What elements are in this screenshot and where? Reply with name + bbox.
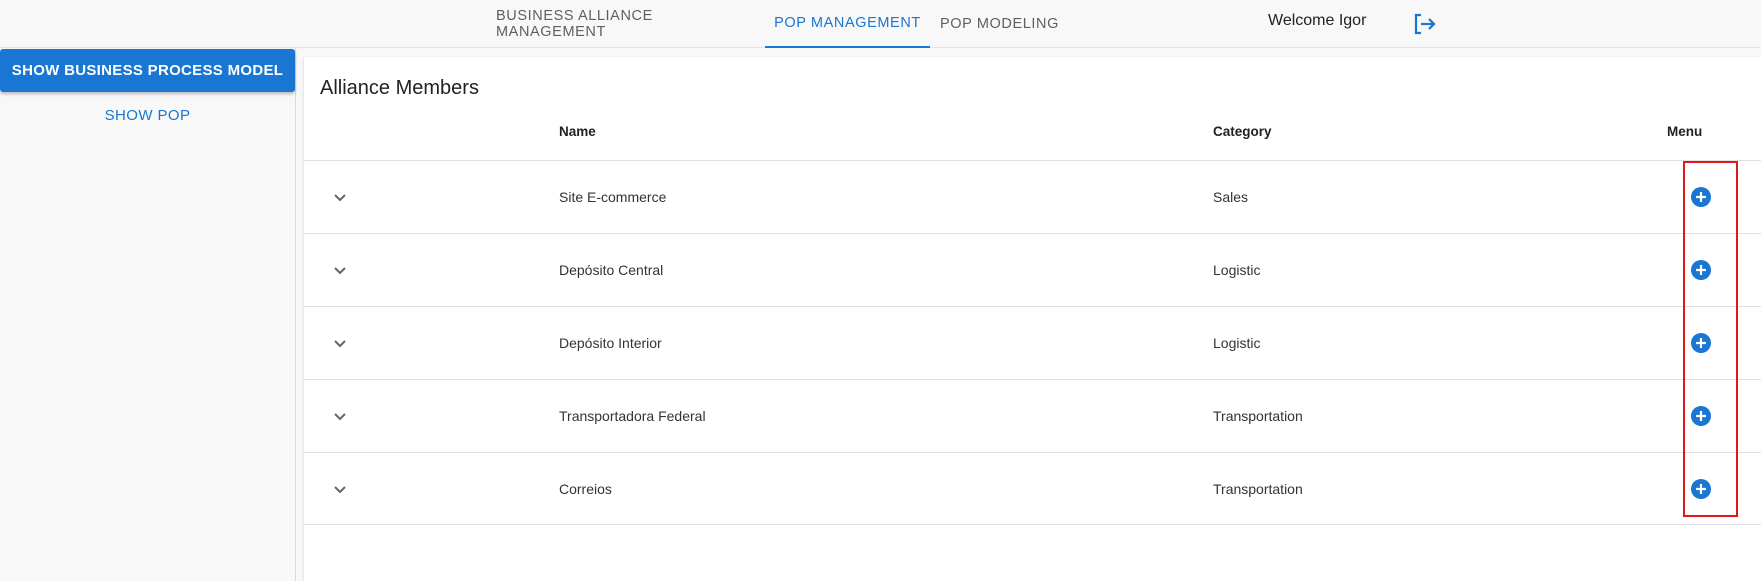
add-icon[interactable] xyxy=(1691,406,1711,426)
chevron-down-icon[interactable] xyxy=(328,404,352,428)
member-name: Depósito Central xyxy=(559,262,664,278)
welcome-text: Welcome Igor xyxy=(1268,12,1367,29)
logout-icon[interactable] xyxy=(1412,12,1438,36)
show-pop-button[interactable]: SHOW POP xyxy=(0,100,295,130)
chevron-down-icon[interactable] xyxy=(328,258,352,282)
member-category: Logistic xyxy=(1213,262,1261,278)
member-category: Sales xyxy=(1213,189,1249,205)
member-name: Correios xyxy=(559,481,612,497)
table-row: Site E-commerce Sales xyxy=(304,160,1761,233)
table-row: Depósito Central Logistic xyxy=(304,233,1761,306)
member-category: Logistic xyxy=(1213,335,1261,351)
column-header-category: Category xyxy=(1213,124,1272,139)
top-navigation: BUSINESS ALLIANCE MANAGEMENT POP MANAGEM… xyxy=(0,0,1761,48)
table-row: Transportadora Federal Transportation xyxy=(304,379,1761,452)
chevron-down-icon[interactable] xyxy=(328,185,352,209)
tab-business-alliance-management[interactable]: BUSINESS ALLIANCE MANAGEMENT xyxy=(496,0,756,48)
column-header-menu: Menu xyxy=(1667,124,1703,139)
member-category: Transportation xyxy=(1213,481,1303,497)
add-icon[interactable] xyxy=(1691,187,1711,207)
member-name: Transportadora Federal xyxy=(559,408,706,424)
page-title: Alliance Members xyxy=(320,77,479,99)
column-header-name: Name xyxy=(559,124,596,139)
show-business-process-model-button[interactable]: SHOW BUSINESS PROCESS MODEL xyxy=(0,49,295,92)
tab-pop-management[interactable]: POP MANAGEMENT xyxy=(765,0,930,48)
chevron-down-icon[interactable] xyxy=(328,331,352,355)
add-icon[interactable] xyxy=(1691,479,1711,499)
add-icon[interactable] xyxy=(1691,260,1711,280)
tab-pop-modeling[interactable]: POP MODELING xyxy=(937,0,1062,48)
alliance-members-card: Alliance Members Name Category Menu Site… xyxy=(304,57,1761,581)
member-name: Site E-commerce xyxy=(559,189,667,205)
table-row: Depósito Interior Logistic xyxy=(304,306,1761,379)
chevron-down-icon[interactable] xyxy=(328,477,352,501)
member-category: Transportation xyxy=(1213,408,1303,424)
add-icon[interactable] xyxy=(1691,333,1711,353)
table-row: Correios Transportation xyxy=(304,452,1761,525)
sidebar: SHOW BUSINESS PROCESS MODEL SHOW POP xyxy=(0,48,296,581)
member-name: Depósito Interior xyxy=(559,335,662,351)
